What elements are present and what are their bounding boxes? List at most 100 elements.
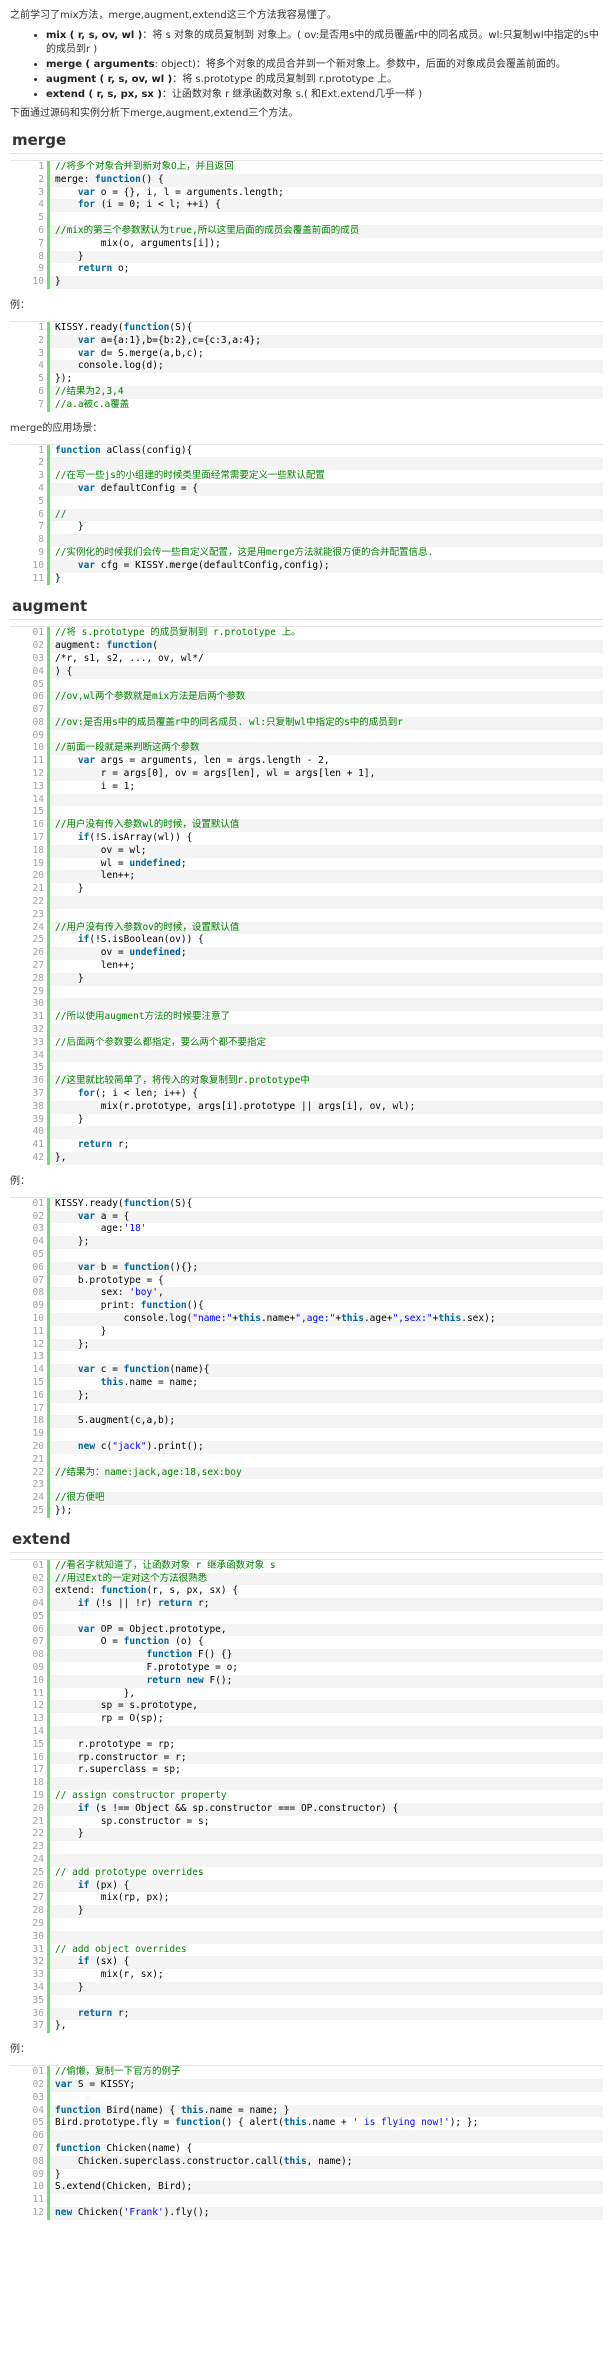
code-text: return o; <box>77 263 130 275</box>
line-number: 09 <box>10 729 50 743</box>
code-text: sp.constructor = s; <box>55 1815 210 1827</box>
code-line: 13 rp = O(sp); <box>10 1713 603 1727</box>
line-number: 7 <box>10 521 50 535</box>
code-line: 24 <box>10 1854 603 1867</box>
code-line: 05 <box>10 1248 603 1262</box>
code-text: if (px) { <box>50 1879 603 1893</box>
code-line: 26 if (px) { <box>10 1879 603 1893</box>
line-number: 23 <box>10 1479 50 1493</box>
code-text: O = function (o) { <box>55 1636 204 1648</box>
code-line: 10 return new F(); <box>10 1674 603 1688</box>
code-text <box>50 793 603 807</box>
line-number: 02 <box>10 2078 50 2092</box>
line-number: 12 <box>10 768 50 781</box>
code-text: } <box>55 883 84 895</box>
code-line: 39 } <box>10 1113 603 1127</box>
code-text <box>50 2130 603 2143</box>
line-number: 3 <box>10 186 50 200</box>
code-line: 10} <box>10 276 603 289</box>
line-number: 14 <box>10 1364 50 1377</box>
code-text: mix(r.prototype, args[i].prototype || ar… <box>50 1100 603 1114</box>
line-number: 10 <box>10 559 50 573</box>
code-line: 08 function F() {} <box>10 1649 603 1663</box>
line-number: 10 <box>10 742 50 756</box>
code-line: 34 <box>10 1049 603 1063</box>
line-number: 32 <box>10 1024 50 1037</box>
line-number: 03 <box>10 1585 50 1599</box>
line-number: 10 <box>10 276 50 289</box>
code-line: 3 var d= S.merge(a,b,c); <box>10 347 603 361</box>
code-text: augment: function( <box>50 640 603 653</box>
code-line: 28 } <box>10 1905 603 1919</box>
line-number: 28 <box>10 1905 50 1919</box>
code-text: //a.a被c.a覆盖 <box>55 398 130 410</box>
line-number: 27 <box>10 1892 50 1906</box>
code-line: 35 <box>10 1994 603 2008</box>
section-title-augment: augment <box>10 595 603 621</box>
code-block-merge-example: 1 KISSY.ready(function(S){2 var a={a:1},b… <box>10 320 603 412</box>
code-text <box>50 1777 603 1791</box>
code-line: 09 F.prototype = o; <box>10 1662 603 1675</box>
line-number: 33 <box>10 1036 50 1050</box>
code-line: 34 } <box>10 1982 603 1995</box>
line-number: 5 <box>10 212 50 225</box>
code-text: }; <box>50 1236 603 1249</box>
code-line: 38 mix(r.prototype, args[i].prototype ||… <box>10 1100 603 1114</box>
code-text: var a = { <box>50 1210 603 1224</box>
line-number: 21 <box>10 1453 50 1467</box>
line-number: 02 <box>10 1210 50 1224</box>
line-number: 23 <box>10 1841 50 1855</box>
code-line: 28 } <box>10 972 603 986</box>
line-number: 34 <box>10 1049 50 1063</box>
code-line: 40 <box>10 1126 603 1140</box>
line-number: 03 <box>10 2091 50 2105</box>
code-text: if(!S.isArray(wl)) { <box>77 832 193 844</box>
code-block-merge-source: 1//将多个对象合并到新对象O上，并且返回 2 merge: function() … <box>10 160 603 289</box>
code-text: age:'18' <box>55 1223 147 1235</box>
code-text: //这里就比较简单了，将传入的对象复制到r.prototype中 <box>50 1075 603 1088</box>
code-line: 14 var c = function(name){ <box>10 1364 603 1377</box>
line-number: 08 <box>10 1287 50 1301</box>
code-line: 6//mix的第三个参数默认为true,所以这里后面的成员会覆盖前面的成员 <box>10 224 603 238</box>
code-line: 01 //看名字就知道了，让函数对象 r 继承函数对象 s <box>10 1559 603 1573</box>
code-line: 13 <box>10 1351 603 1365</box>
line-number: 31 <box>10 1011 50 1025</box>
code-line: 13 i = 1; <box>10 780 603 794</box>
line-number: 40 <box>10 1126 50 1140</box>
code-line: 1 KISSY.ready(function(S){ <box>10 321 603 335</box>
code-text: function Chicken(name) { <box>55 2142 193 2154</box>
line-number: 42 <box>10 1151 50 1165</box>
line-number: 7 <box>10 398 50 412</box>
line-number: 35 <box>10 1994 50 2008</box>
code-line: 37 for(; i < len; i++) { <box>10 1088 603 1101</box>
code-line: 07 <box>10 704 603 717</box>
code-line: 26 ov = undefined; <box>10 947 603 961</box>
line-number: 14 <box>10 793 50 807</box>
code-text <box>50 1726 603 1739</box>
code-line: 35 <box>10 1062 603 1076</box>
code-line: 25}); <box>10 1504 603 1518</box>
code-text <box>50 1024 603 1037</box>
line-number: 02 <box>10 640 50 653</box>
code-line: 16 }; <box>10 1389 603 1403</box>
line-number: 6 <box>10 385 50 399</box>
line-number: 8 <box>10 534 50 547</box>
code-block-augment-example: 01 KISSY.ready(function(S){02 var a = {03… <box>10 1196 603 1518</box>
line-number: 23 <box>10 908 50 922</box>
line-number: 36 <box>10 1075 50 1088</box>
code-line: 07 b.prototype = { <box>10 1274 603 1288</box>
code-line: 2 var a={a:1},b={b:2},c={c:3,a:4}; <box>10 334 603 348</box>
code-text: new c("jack").print(); <box>50 1440 603 1454</box>
code-line: 24//用户没有传入参数ov的时候，设置默认值 <box>10 921 603 935</box>
line-number: 11 <box>10 755 50 769</box>
code-text: //在写一些js的小组建的时候类里面经常需要定义一些默认配置 <box>55 470 325 482</box>
api-signature: merge ( arguments <box>46 59 155 70</box>
code-line: 01 //偷懒，复制一下官方的例子 <box>10 2066 603 2079</box>
code-text: if(!S.isBoolean(ov)) { <box>77 934 204 946</box>
code-line: 30 <box>10 998 603 1012</box>
code-line: 17 if(!S.isArray(wl)) { <box>10 832 603 845</box>
